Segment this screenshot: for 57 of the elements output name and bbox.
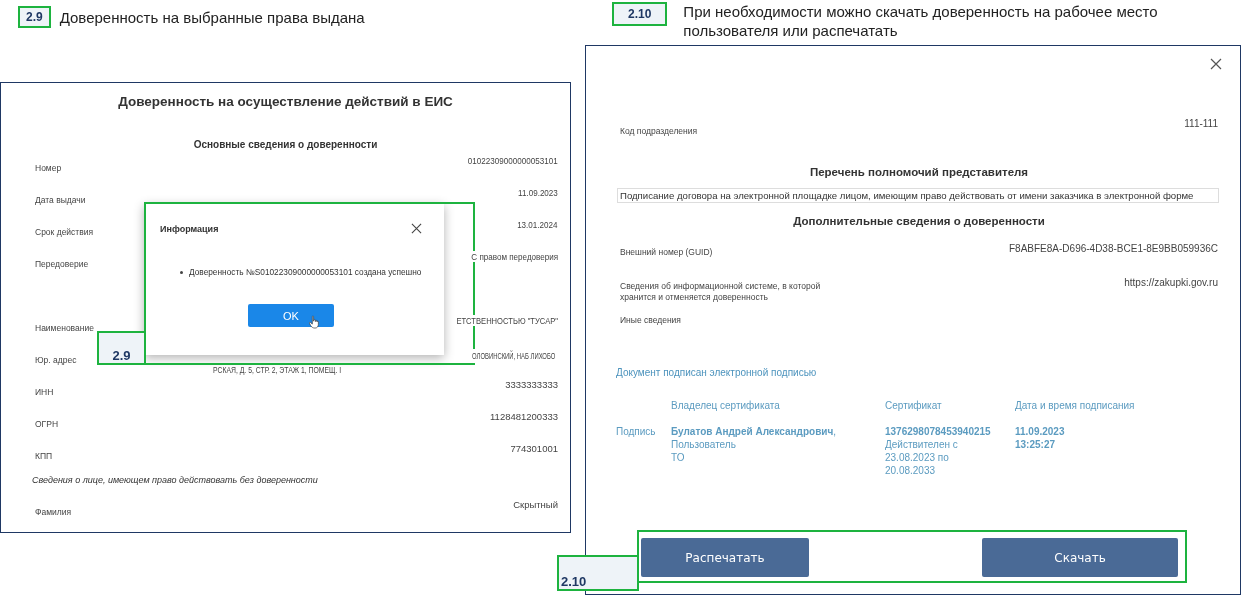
table-cell-text: 11.09.2023 13:25:27 [1015, 425, 1066, 452]
close-icon[interactable] [411, 223, 422, 234]
field-label: КПП [35, 450, 53, 461]
field-value: F8ABFE8A-D696-4D38-BCE1-8E9BB059936C [1009, 243, 1218, 254]
field-label: Дата выдачи [35, 194, 86, 205]
field-label: Передоверие [35, 258, 89, 269]
field-value: Скрытный [513, 499, 558, 510]
pointer-hand-icon [309, 315, 319, 329]
field-value: https://zakupki.gov.ru [1124, 277, 1218, 288]
field-value: 11.09.2023 [518, 187, 558, 198]
row-label: Подпись [616, 425, 657, 439]
dialog-title: Информация [160, 223, 219, 234]
dialog-message: Доверенность №S01022309000000053101 создана успешно [189, 267, 422, 277]
section-title: Основные сведения о доверенности [192, 139, 379, 150]
table-cell-text: 1376298078453940215 Действителен с 23.08.2023 по 20.08.2033 [885, 425, 992, 477]
field-label: Внешний номер (GUID) [620, 246, 714, 258]
step-caption: Доверенность на выбранные права выдана [59, 8, 365, 26]
field-value: 774301001 [510, 443, 558, 454]
step-caption: При необходимости можно скачать доверенность на рабочее место пользователя или распечатать [683, 2, 1159, 40]
table-cell-text: Булатов Андрей Александрович, Пользователь ТО [671, 425, 837, 465]
column-header: Сертификат [885, 400, 943, 411]
field-label: Сведения об информационной системе, в которой хранится и отменяется доверенность [620, 280, 822, 303]
field-label: Срок действия [35, 226, 94, 237]
section-title: Дополнительные сведения о доверенности [792, 215, 1046, 227]
field-label: Фамилия [35, 506, 72, 517]
step-badge: 2.10 [612, 2, 668, 26]
field-label: Наименование [35, 322, 94, 333]
field-value: С правом передоверия [471, 251, 558, 262]
field-value: 13.01.2024 [517, 219, 558, 230]
field-label: Юр. адрес [35, 354, 77, 365]
callout-label: 2.10 [557, 555, 639, 591]
field-label: Иные сведения [620, 314, 682, 326]
field-value: 01022309000000053101 [468, 155, 558, 166]
field-label: ОГРН [35, 418, 59, 429]
ok-button[interactable]: OK [248, 304, 334, 327]
field-value: ОЛОВИНСКИЙ, НАБ ЛИХОБО [471, 349, 555, 363]
section-title: Перечень полномочий представителя [808, 166, 1030, 178]
action-button[interactable]: Распечатать [641, 538, 809, 577]
close-icon[interactable] [1210, 58, 1222, 70]
step-badge: 2.9 [18, 6, 51, 28]
document-title: Доверенность на осуществление действий в ЕИС [117, 94, 454, 109]
field-label: Номер [35, 162, 62, 173]
field-value: 1128481200333 [490, 411, 558, 422]
column-header: Дата и время подписания [1015, 400, 1136, 411]
signature-link[interactable]: Документ подписан электронной подписью [616, 367, 1218, 378]
field-label: Код подразделения [620, 125, 698, 136]
power-item: Подписание договора на электронной площадке лицом, имеющим право действовать от имени заказчика в электронной форме [617, 188, 1219, 203]
section-note: Сведения о лице, имеющем право действовать без доверенности [32, 475, 319, 485]
callout-label: 2.9 [97, 331, 146, 365]
field-label: ИНН [35, 386, 54, 397]
field-value: 3333333333 [505, 379, 558, 390]
column-header: Владелец сертификата [671, 400, 781, 411]
field-value: 111-111 [1184, 118, 1218, 129]
bullet-icon [180, 270, 183, 274]
action-button[interactable]: Скачать [982, 538, 1178, 577]
field-value: ЕТСТВЕННОСТЬЮ "ТУСАР" [456, 315, 558, 326]
field-value: РСКАЯ, Д. 5, СТР. 2, ЭТАЖ 1, ПОМЕЩ. I [213, 363, 342, 377]
